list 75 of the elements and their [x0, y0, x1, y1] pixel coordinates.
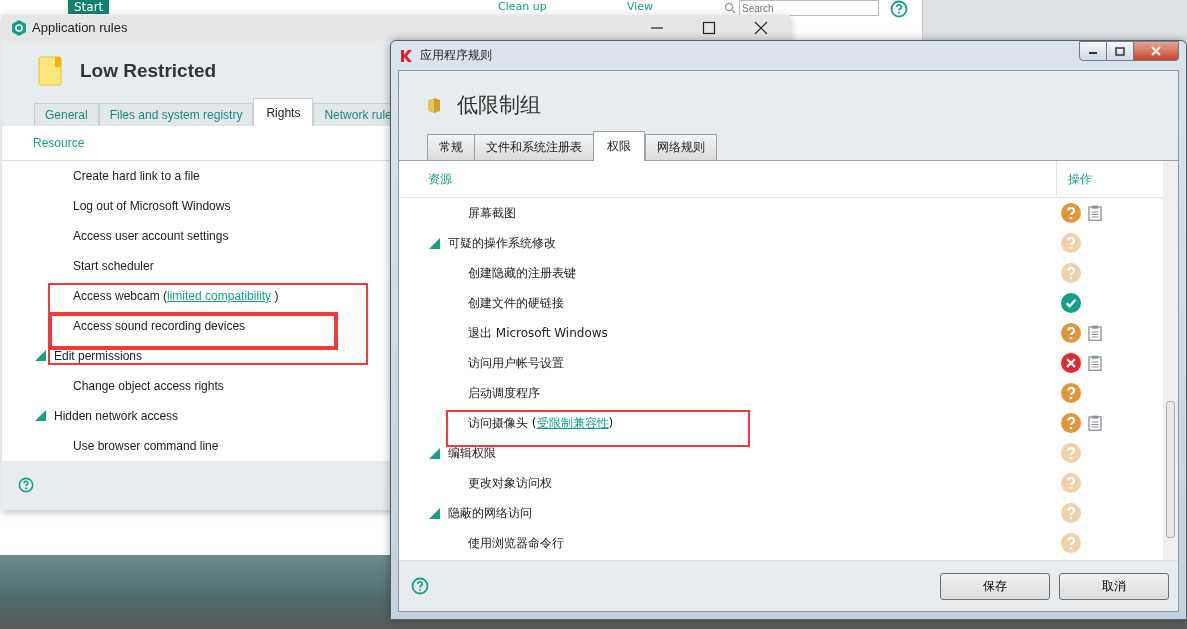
- expand-triangle-icon[interactable]: [429, 447, 440, 459]
- expand-triangle-icon[interactable]: [35, 350, 46, 362]
- clipboard-icon[interactable]: [1088, 415, 1102, 431]
- column-header: 资源: [427, 170, 453, 188]
- maximize-icon: [1115, 46, 1125, 56]
- action-question-icon[interactable]: [1061, 383, 1081, 403]
- resource-name: 退出 Microsoft Windows: [468, 324, 608, 342]
- k-logo-icon: [400, 48, 414, 63]
- toolbar-button[interactable]: Clean up: [498, 0, 547, 13]
- tab[interactable]: 文件和系统注册表: [474, 134, 593, 160]
- resource-name: 创建文件的硬链接: [468, 294, 564, 312]
- resource-name: Start scheduler: [73, 258, 154, 273]
- nav-item[interactable]: Start: [68, 0, 110, 14]
- clipboard-icon[interactable]: [1088, 205, 1102, 221]
- resource-name: Access user account settings: [73, 228, 229, 243]
- window-title: 应用程序规则: [420, 47, 492, 64]
- resource-name: Change object access rights: [73, 378, 224, 393]
- maximize-button[interactable]: [1107, 41, 1134, 61]
- link[interactable]: limited compatibility: [167, 288, 272, 303]
- help-icon[interactable]: [18, 477, 34, 494]
- action-question-icon[interactable]: [1061, 203, 1081, 223]
- resource-name: 隐蔽的网络访问: [448, 504, 532, 522]
- group-title: 低限制组: [457, 92, 541, 119]
- clipboard-icon[interactable]: [1088, 325, 1102, 341]
- clipboard-icon[interactable]: [1088, 355, 1102, 371]
- scrollbar[interactable]: [1163, 161, 1178, 560]
- resource-name: 屏幕截图: [468, 204, 516, 222]
- tab[interactable]: 网络规则: [645, 134, 717, 160]
- scrollbar-thumb[interactable]: [1166, 401, 1175, 538]
- resource-name: 访问用户帐号设置: [468, 354, 564, 372]
- close-icon[interactable]: [754, 20, 768, 35]
- folder-icon: [427, 96, 441, 114]
- action-question-icon[interactable]: [1061, 323, 1081, 343]
- resource-name: Log out of Microsoft Windows: [73, 198, 231, 213]
- close-icon: [1150, 46, 1162, 56]
- resource-name: 编辑权限: [448, 444, 496, 462]
- tab[interactable]: 常规: [427, 134, 474, 160]
- cancel-button[interactable]: 取消: [1059, 572, 1169, 600]
- resource-name: 更改对象访问权: [468, 474, 552, 492]
- resource-name: Access sound recording devices: [73, 318, 246, 333]
- action-cross-icon[interactable]: [1061, 353, 1081, 373]
- resource-name: 启动调度程序: [468, 384, 540, 402]
- save-button[interactable]: 保存: [940, 572, 1050, 600]
- close-button[interactable]: [1134, 41, 1179, 61]
- help-icon[interactable]: [890, 0, 908, 18]
- expand-triangle-icon[interactable]: [429, 507, 440, 519]
- toolbar-button[interactable]: View: [627, 0, 654, 13]
- resource-name: Create hard link to a file: [73, 168, 200, 183]
- tab[interactable]: General: [34, 102, 99, 126]
- resource-name: 可疑的操作系统修改: [448, 234, 556, 252]
- expand-triangle-icon[interactable]: [429, 237, 440, 249]
- tab[interactable]: Files and system registry: [98, 102, 254, 126]
- tab[interactable]: Rights: [253, 97, 314, 126]
- column-header: Resource: [33, 135, 85, 150]
- search-field[interactable]: Search: [739, 0, 879, 16]
- resource-name: 访问摄像头 (受限制兼容性): [468, 414, 614, 432]
- resource-name: Edit permissions: [54, 348, 143, 363]
- resource-name: 创建隐藏的注册表键: [468, 264, 576, 282]
- link[interactable]: 受限制兼容性: [536, 415, 609, 430]
- group-title: Low Restricted: [80, 59, 217, 82]
- action-question-icon[interactable]: [1061, 413, 1081, 433]
- action-check-icon[interactable]: [1061, 293, 1081, 313]
- resource-name: Access webcam (limited compatibility ): [73, 288, 279, 303]
- resource-name: Use browser command line: [73, 438, 219, 453]
- tab[interactable]: 权限: [593, 131, 645, 161]
- minimize-button[interactable]: [1079, 41, 1107, 61]
- folder-icon: [38, 55, 62, 86]
- window-title: Application rules: [32, 20, 128, 36]
- shield-icon: [12, 19, 26, 36]
- search-icon: [724, 2, 736, 14]
- help-icon[interactable]: [411, 577, 429, 595]
- resource-name: 使用浏览器命令行: [468, 534, 564, 552]
- expand-triangle-icon[interactable]: [35, 410, 46, 422]
- resource-name: Hidden network access: [54, 408, 179, 423]
- maximize-icon[interactable]: [702, 20, 716, 35]
